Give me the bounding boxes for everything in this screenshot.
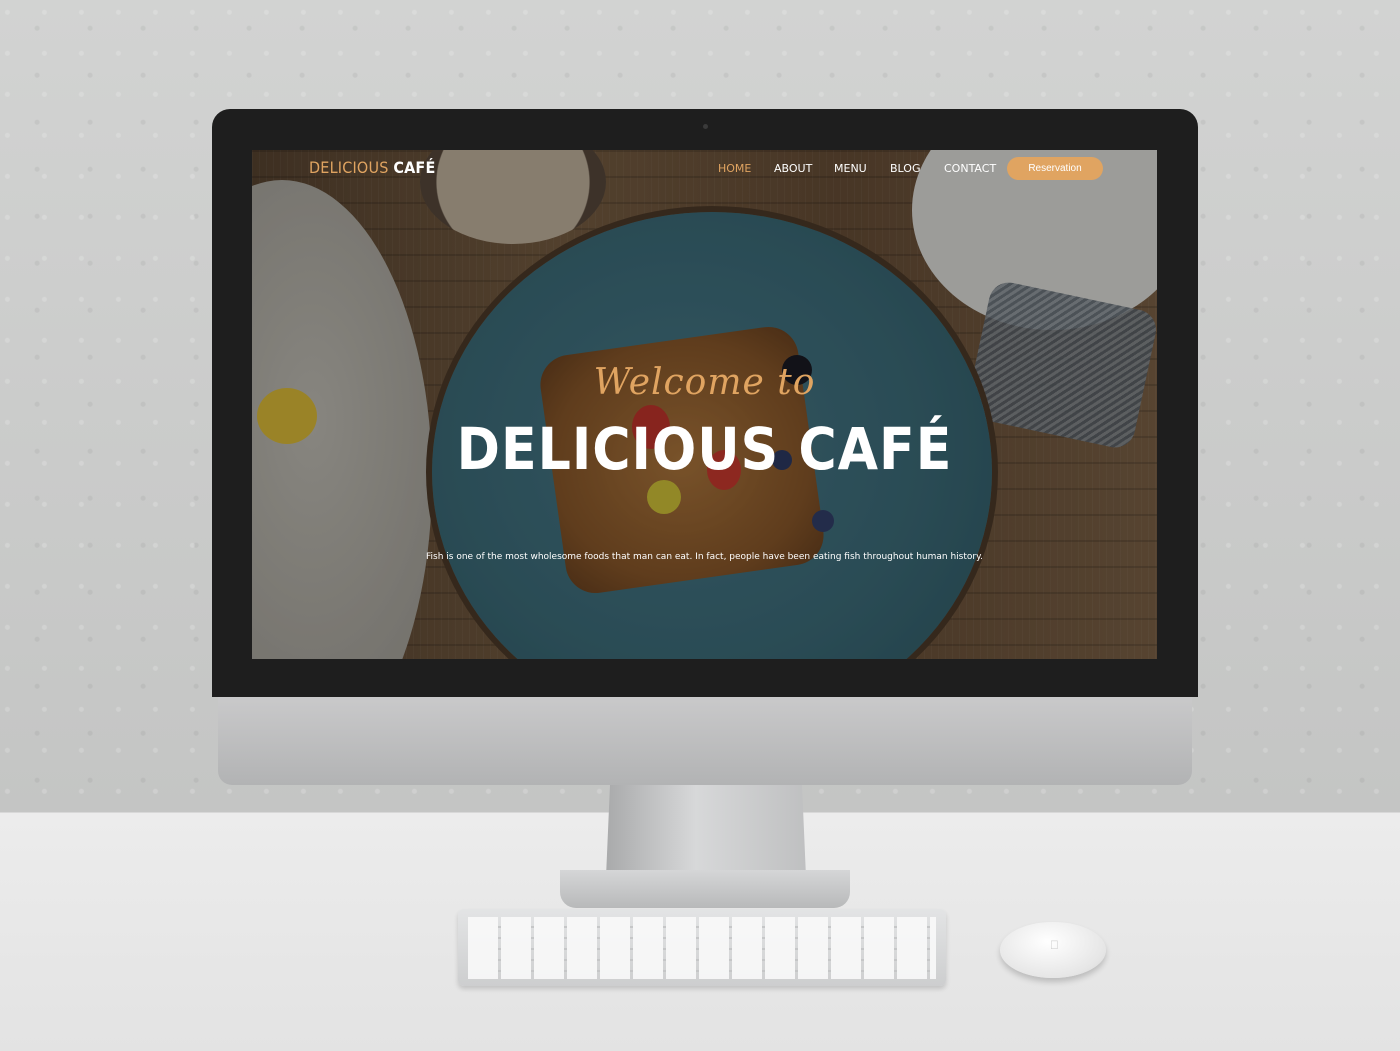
monitor-stand-base (560, 870, 850, 908)
site-logo[interactable]: DELICIOUS CAFÉ (309, 158, 436, 177)
nav-item-home[interactable]: HOME (718, 162, 774, 175)
monitor-chin (218, 697, 1192, 785)
hero-title: DELICIOUS CAFÉ (456, 415, 953, 483)
logo-text-primary: DELICIOUS (309, 158, 389, 177)
nav-item-blog[interactable]: BLOG (890, 162, 944, 175)
camera-icon (703, 124, 708, 129)
hero-subtitle: Fish is one of the most wholesome foods … (426, 552, 983, 562)
hero-dark-overlay (252, 150, 1157, 659)
monitor-stand (606, 785, 806, 877)
hero-welcome-text: Welcome to (593, 362, 816, 403)
nav-item-contact[interactable]: CONTACT (944, 162, 996, 175)
keyboard-keys (468, 917, 936, 979)
apple-icon:  (1050, 938, 1059, 952)
website-screen: DELICIOUS CAFÉ HOME ABOUT MENU BLOG CONT… (252, 150, 1157, 659)
reservation-button[interactable]: Reservation (1007, 157, 1103, 180)
keyboard (458, 909, 946, 986)
main-navigation: HOME ABOUT MENU BLOG CONTACT (718, 162, 996, 175)
logo-text-secondary: CAFÉ (393, 158, 436, 177)
nav-item-about[interactable]: ABOUT (774, 162, 834, 175)
nav-item-menu[interactable]: MENU (834, 162, 890, 175)
